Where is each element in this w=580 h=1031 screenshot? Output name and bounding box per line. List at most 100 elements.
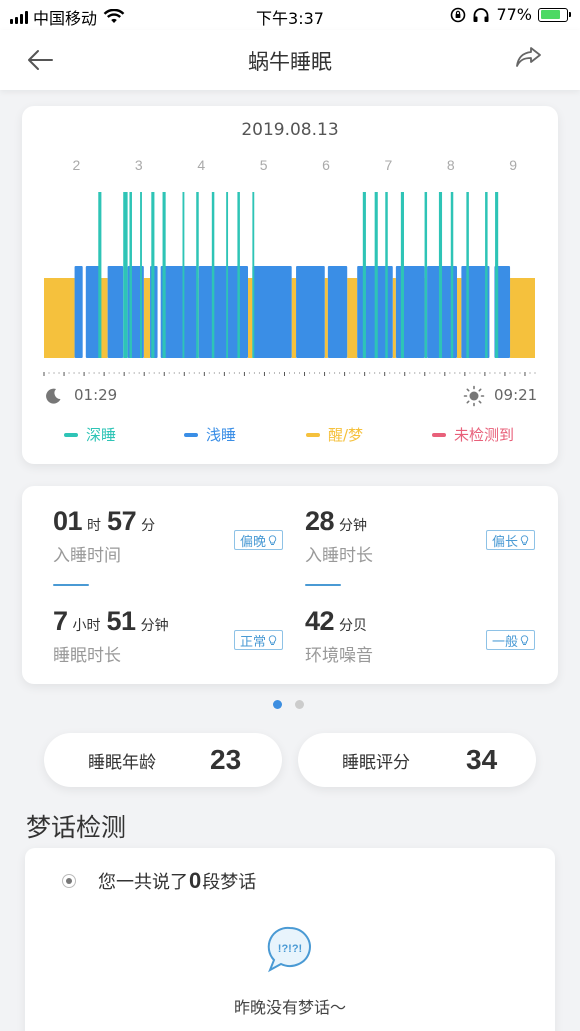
page-dot[interactable] bbox=[273, 700, 282, 709]
legend-swatch bbox=[432, 432, 446, 437]
legend-not-detected: 未检测到 bbox=[432, 424, 514, 445]
badge-text: 偏长 bbox=[492, 534, 519, 550]
dream-count: 0 bbox=[189, 868, 202, 893]
status-badge: 偏晚 bbox=[234, 530, 284, 550]
sleep-stage-bar bbox=[327, 266, 348, 358]
bulb-icon bbox=[520, 634, 529, 645]
sleep-stage-bar bbox=[296, 266, 325, 358]
page-dot[interactable] bbox=[295, 700, 304, 709]
stat-unit: 分钟 bbox=[140, 618, 169, 634]
sleep-stage-bar bbox=[374, 192, 378, 358]
sleep-stage-bar bbox=[252, 266, 292, 358]
stat-divider bbox=[305, 584, 341, 586]
badge-text: 正常 bbox=[240, 634, 267, 650]
sleep-stats-card[interactable]: 01 时 57 分 入睡时间 偏晚 28 分钟 入睡时长 偏长 7 小时 51 分钟 睡眠… bbox=[22, 486, 558, 684]
sleep-stage-bar bbox=[143, 278, 151, 358]
sleep-end-time: 09:21 bbox=[494, 386, 538, 404]
hour-tick-label: 8 bbox=[447, 157, 455, 173]
sleep-stage-bar bbox=[98, 192, 102, 358]
sleep-stage-bar bbox=[392, 278, 396, 358]
pill-label: 睡眠年龄 bbox=[88, 752, 156, 773]
sleep-stage-bar bbox=[438, 192, 443, 358]
legend-label: 浅睡 bbox=[206, 426, 237, 444]
status-badge: 正常 bbox=[234, 630, 284, 650]
share-icon[interactable] bbox=[512, 42, 544, 74]
hour-tick-label: 9 bbox=[509, 157, 517, 173]
pill-value: 34 bbox=[466, 744, 498, 775]
stat-unit: 分贝 bbox=[339, 618, 368, 634]
stat-unit: 时 bbox=[87, 518, 102, 534]
sleep-age-pill[interactable]: 睡眠年龄 23 bbox=[44, 733, 282, 787]
dream-talk-card: 您一共说了 0 段梦话 !?!?! 昨晚没有梦话～ bbox=[25, 848, 555, 1031]
sleep-stage-bar bbox=[182, 192, 185, 358]
page-title: 蜗牛睡眠 bbox=[248, 50, 332, 74]
sleep-stage-bar bbox=[140, 192, 142, 358]
sleep-stage-bar bbox=[44, 278, 75, 358]
sleep-stage-bar bbox=[485, 192, 488, 358]
sleep-stage-bar bbox=[400, 192, 404, 358]
stat-unit: 小时 bbox=[72, 618, 101, 634]
legend-swatch bbox=[64, 432, 78, 437]
hour-tick-label: 2 bbox=[73, 157, 81, 173]
sleep-stage-bar bbox=[395, 266, 425, 358]
stat-number: 01 bbox=[53, 506, 83, 536]
badge-text: 偏晚 bbox=[240, 534, 267, 550]
orientation-lock-icon bbox=[451, 7, 466, 22]
sleep-stage-bar bbox=[510, 278, 535, 358]
headphones-icon bbox=[473, 7, 489, 22]
speech-bubble-icon: !?!?! bbox=[267, 926, 311, 973]
stat-number: 57 bbox=[107, 506, 137, 536]
stat-divider bbox=[53, 584, 89, 586]
badge-text: 一般 bbox=[492, 634, 519, 650]
dream-talk-summary: 您一共说了 0 段梦话 bbox=[62, 868, 256, 894]
sleep-stage-bar bbox=[237, 192, 240, 358]
status-left: 中国移动 bbox=[10, 5, 125, 29]
stat-number: 28 bbox=[305, 506, 335, 536]
sleep-stage-bar bbox=[196, 192, 199, 358]
stat-number: 7 bbox=[53, 606, 68, 636]
hour-tick-label: 7 bbox=[384, 157, 392, 173]
signal-icon bbox=[10, 10, 28, 24]
sleep-stage-bar bbox=[211, 192, 215, 358]
sun-icon bbox=[463, 385, 485, 407]
sleep-stage-chart: 2 3 4 5 6 7 8 9 bbox=[43, 157, 536, 376]
legend-swatch bbox=[306, 432, 320, 437]
stat-number: 51 bbox=[106, 606, 137, 636]
bulb-icon bbox=[268, 534, 277, 545]
wifi-icon bbox=[103, 9, 125, 23]
pill-value: 23 bbox=[210, 744, 242, 775]
legend-label: 深睡 bbox=[86, 426, 117, 444]
legend-awake-dream: 醒/梦 bbox=[306, 424, 363, 445]
sleep-chart-card: 2019.08.13 23456789 01:29 09:21 深睡 浅睡 醒/… bbox=[22, 106, 558, 464]
sleep-stage-bar bbox=[466, 192, 469, 358]
status-right: 77% bbox=[450, 5, 571, 24]
sleep-stage-bar bbox=[226, 192, 229, 358]
legend-deep-sleep: 深睡 bbox=[64, 424, 116, 445]
sleep-stage-bar bbox=[85, 266, 101, 358]
moon-icon bbox=[46, 388, 61, 404]
sleep-stage-bar bbox=[252, 192, 255, 358]
status-bar: 中国移动 下午3:37 77% bbox=[0, 0, 580, 30]
bulb-icon bbox=[520, 534, 529, 545]
sleep-stage-bar bbox=[424, 192, 428, 358]
carrier-label: 中国移动 bbox=[33, 9, 98, 28]
sleep-stage-bar bbox=[450, 192, 454, 358]
sleep-stage-bar bbox=[160, 266, 197, 358]
nav-bar: 蜗牛睡眠 bbox=[0, 30, 580, 90]
sleep-stage-bar bbox=[495, 192, 499, 358]
sleep-stage-bar bbox=[291, 278, 297, 358]
bulb-icon bbox=[268, 634, 277, 645]
battery-icon bbox=[538, 7, 571, 22]
status-badge: 偏长 bbox=[486, 530, 536, 550]
battery-percent: 77% bbox=[496, 5, 532, 24]
dream-prefix: 您一共说了 bbox=[98, 872, 188, 893]
sleep-stage-bar bbox=[151, 192, 155, 358]
sleep-stage-bar bbox=[107, 266, 124, 358]
dream-empty-text: 昨晚没有梦话～ bbox=[233, 998, 346, 1017]
sleep-score-pill[interactable]: 睡眠评分 34 bbox=[298, 733, 536, 787]
hour-tick-label: 3 bbox=[135, 157, 143, 173]
sleep-stage-bar bbox=[385, 192, 388, 358]
legend-label: 醒/梦 bbox=[328, 426, 364, 444]
hour-tick-label: 5 bbox=[260, 157, 268, 173]
pill-label: 睡眠评分 bbox=[342, 752, 410, 773]
